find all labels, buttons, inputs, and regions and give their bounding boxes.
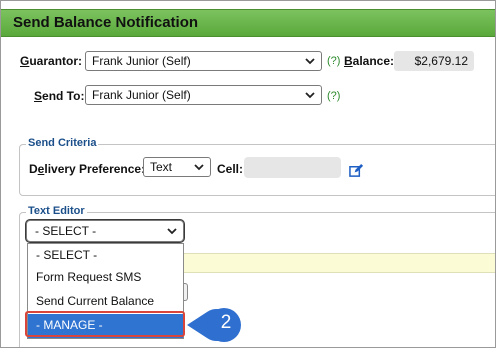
delivery-preference-value: Text [150, 160, 173, 174]
template-select-value: - SELECT - [35, 224, 97, 238]
dialog-title: Send Balance Notification [13, 14, 199, 31]
text-editor-legend: Text Editor [26, 205, 87, 217]
manage-highlight-box [25, 311, 185, 337]
dialog: Send Balance Notification Guarantor: Fra… [0, 0, 496, 348]
message-preview-area [181, 253, 495, 273]
step-callout-number: 2 [220, 312, 232, 333]
send-to-help-link[interactable]: (?) [327, 90, 340, 102]
balance-value: $2,679.12 [394, 51, 474, 71]
cell-label: Cell: [217, 162, 244, 176]
template-select[interactable]: - SELECT - [26, 220, 184, 242]
guarantor-help-link[interactable]: (?) [327, 55, 340, 67]
guarantor-select-value: Frank Junior (Self) [92, 54, 191, 68]
chevron-down-icon [194, 164, 204, 171]
option-form-request-sms[interactable]: Form Request SMS [28, 266, 183, 290]
title-bar: Send Balance Notification [1, 9, 495, 37]
guarantor-select[interactable]: Frank Junior (Self) [85, 51, 322, 71]
chevron-down-icon [305, 58, 315, 65]
cell-input[interactable] [244, 157, 341, 178]
send-to-label: Send To: [34, 89, 85, 103]
send-to-select-value: Frank Junior (Self) [92, 88, 191, 102]
chevron-down-icon [167, 228, 177, 235]
send-to-select[interactable]: Frank Junior (Self) [85, 85, 322, 105]
balance-label: Balance: [344, 54, 395, 68]
option-select[interactable]: - SELECT - [28, 244, 183, 268]
edit-icon[interactable] [349, 163, 364, 178]
delivery-preference-select[interactable]: Text [143, 157, 211, 177]
delivery-preference-label: Delivery Preference: [29, 162, 146, 176]
chevron-down-icon [305, 92, 315, 99]
send-criteria-legend: Send Criteria [26, 137, 99, 149]
guarantor-label: Guarantor: [20, 54, 83, 68]
